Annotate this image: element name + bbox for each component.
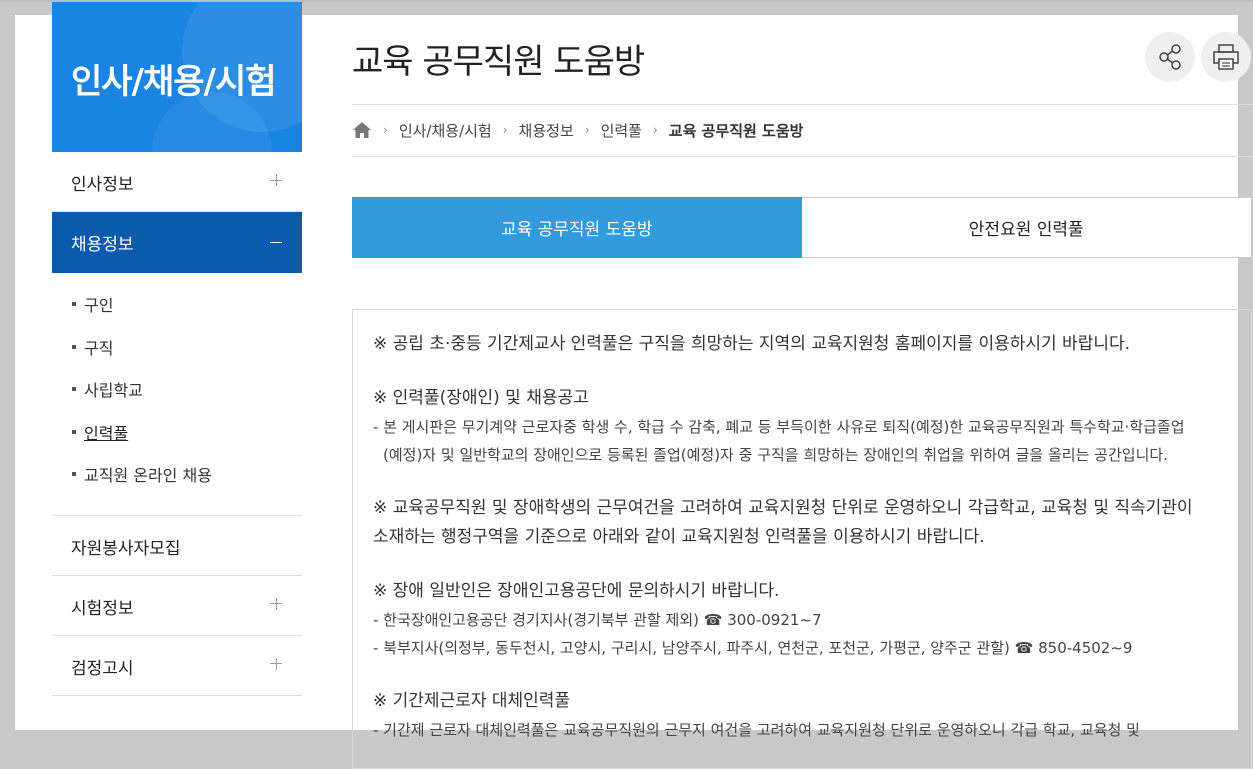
submenu-item-job-offer[interactable]: 구인	[52, 288, 302, 331]
notice-text: - 북부지사(의정부, 동두천시, 고양시, 구리시, 남양주시, 파주시, 연…	[373, 639, 1133, 657]
chevron-right-icon: ›	[383, 123, 388, 137]
notice-heading: ※ 장애 일반인은 장애인고용공단에 문의하시기 바랍니다.	[373, 581, 780, 601]
chevron-right-icon: ›	[502, 123, 508, 137]
tab-safety-staff-pool[interactable]: 안전요원 인력풀	[801, 197, 1252, 258]
submenu-item-label: 구직	[84, 338, 114, 358]
notice-text: - 본 게시판은 무기계약 근로자중 학생 수, 학급 수 감축, 폐교 등 부…	[373, 418, 1185, 436]
breadcrumb-current: 교육 공무직원 도움방	[668, 121, 804, 140]
submenu-item-label: 인력풀	[84, 423, 129, 443]
bullet-icon	[72, 302, 76, 306]
submenu-item-label: 구인	[84, 296, 114, 315]
plus-icon	[270, 657, 282, 670]
plus-icon	[270, 174, 282, 186]
sidebar-title: 인사/채용/시험	[71, 62, 277, 102]
breadcrumb-item[interactable]: 인사/채용/시험	[399, 120, 492, 141]
notice-paragraph: 소재하는 행정구역을 기준으로 아래와 같이 교육지원청 인력풀을 이용하시기 …	[373, 527, 985, 547]
submenu-item-label: 사립학교	[84, 381, 143, 401]
sidebar-item-volunteer[interactable]: 자원봉사자모집	[52, 516, 302, 576]
breadcrumb: › 인사/채용/시험 › 채용정보 › 인력풀 › 교육 공무직원 도움방	[352, 118, 803, 142]
notice-paragraph: ※ 교육공무직원 및 장애학생의 근무여건을 고려하여 교육지원청 단위로 운영…	[373, 498, 1193, 518]
minus-icon	[270, 242, 282, 243]
notice-text: (예정)자 및 일반학교의 장애인으로 등록된 졸업(예정)자 중 구직을 희망…	[383, 446, 1168, 464]
breadcrumb-item[interactable]: 채용정보	[519, 120, 574, 141]
notice-paragraph: ※ 공립 초·중등 기간제교사 인력풀은 구직을 희망하는 지역의 교육지원청 …	[373, 334, 1131, 354]
notice-heading: ※ 기간제근로자 대체인력풀	[373, 691, 571, 711]
bullet-icon	[72, 472, 76, 477]
submenu-item-talent-pool[interactable]: 인력풀	[52, 416, 302, 459]
bullet-icon	[72, 344, 76, 349]
sidebar-item-label: 자원봉사자모집	[71, 538, 181, 559]
notice-content: ※ 공립 초·중등 기간제교사 인력풀은 구직을 희망하는 지역의 교육지원청 …	[352, 309, 1252, 769]
sidebar-item-label: 시험정보	[71, 598, 134, 619]
chevron-right-icon: ›	[652, 123, 658, 137]
page-title: 교육 공무직원 도움방	[352, 42, 645, 82]
tab-bar: 교육 공무직원 도움방 안전요원 인력풀	[352, 197, 1252, 258]
divider	[352, 104, 1252, 105]
sidebar-item-label: 채용정보	[71, 235, 134, 255]
sidebar-item-exam-info[interactable]: 시험정보	[52, 576, 302, 636]
print-button[interactable]	[1201, 32, 1251, 82]
submenu-item-online-hiring[interactable]: 교직원 온라인 채용	[52, 458, 302, 501]
sidebar-item-recruitment[interactable]: 채용정보	[52, 212, 302, 273]
divider	[352, 156, 1252, 157]
share-icon	[1159, 44, 1181, 70]
submenu-item-private-school[interactable]: 사립학교	[52, 373, 302, 416]
plus-icon	[270, 597, 282, 610]
sidebar-item-label: 인사정보	[71, 175, 134, 195]
sidebar-banner: 인사/채용/시험	[52, 2, 302, 152]
print-icon	[1213, 44, 1239, 70]
notice-text: - 한국장애인고용공단 경기지사(경기북부 관할 제외) ☎ 300-0921~…	[373, 611, 822, 629]
submenu: 구인 구직 사립학교 인력풀 교직원 온라인 채용	[52, 273, 302, 516]
sidebar-item-hr-info[interactable]: 인사정보	[52, 152, 302, 212]
home-icon[interactable]	[352, 121, 372, 139]
chevron-right-icon: ›	[584, 123, 590, 137]
breadcrumb-item[interactable]: 인력풀	[601, 120, 642, 141]
submenu-item-label: 교직원 온라인 채용	[84, 466, 212, 486]
sidebar-item-label: 검정고시	[71, 658, 134, 679]
bullet-icon	[72, 387, 76, 392]
notice-heading: ※ 인력풀(장애인) 및 채용공고	[373, 388, 589, 408]
tab-education-staff-helproom[interactable]: 교육 공무직원 도움방	[352, 197, 802, 258]
sidebar-menu: 인사정보 채용정보 구인 구직 사립학교 인력풀 교직원 온라인 채용 자원봉사…	[52, 152, 302, 696]
submenu-item-job-seeking[interactable]: 구직	[52, 331, 302, 374]
sidebar-item-ged[interactable]: 검정고시	[52, 636, 302, 696]
share-button[interactable]	[1145, 32, 1195, 82]
bullet-icon	[72, 429, 76, 434]
notice-text: - 기간제 근로자 대체인력풀은 교육공무직원의 근무지 여건을 고려하여 교육…	[373, 721, 1140, 739]
